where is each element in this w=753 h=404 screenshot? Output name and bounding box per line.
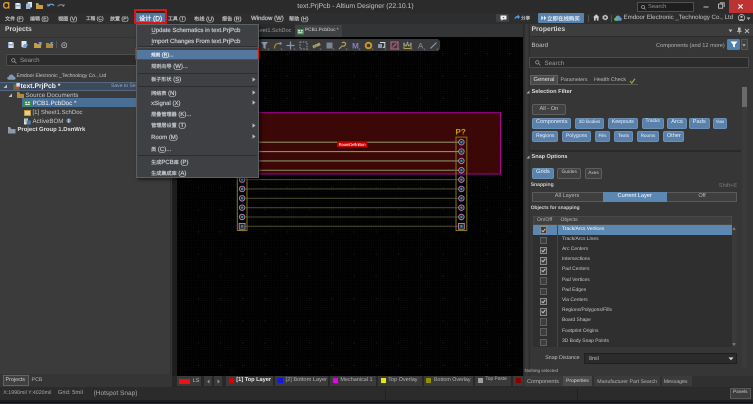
svg-text:P?: P?	[456, 127, 466, 136]
svg-text:RoomDefinition: RoomDefinition	[339, 141, 367, 146]
